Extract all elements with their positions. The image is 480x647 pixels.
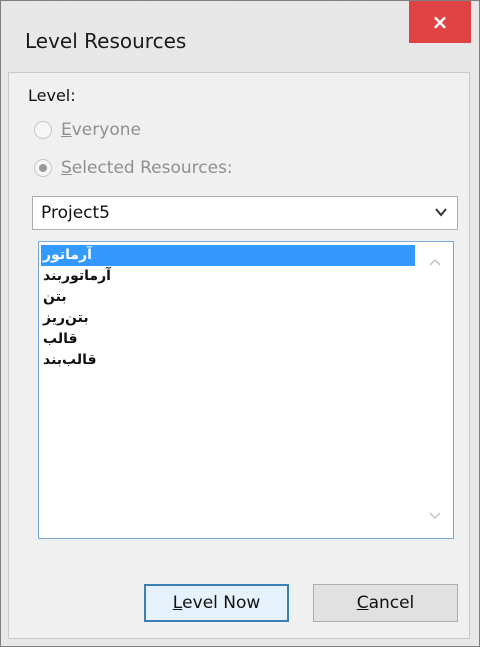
scroll-up-arrow-icon[interactable] bbox=[427, 255, 443, 269]
everyone-mnemonic: E bbox=[61, 120, 72, 140]
dialog-title: Level Resources bbox=[25, 29, 187, 53]
level-now-label-rest: evel Now bbox=[182, 593, 261, 613]
project-combobox-value: Project5 bbox=[41, 203, 110, 223]
resources-listbox[interactable]: آرماتور آرماتوربند بتن بتن‌ریز قالب قالب‌بند bbox=[38, 241, 454, 539]
list-item[interactable]: بتن‌ریز bbox=[41, 308, 415, 329]
close-button[interactable]: × bbox=[409, 1, 471, 43]
close-icon: × bbox=[431, 10, 449, 34]
chevron-down-icon[interactable] bbox=[433, 204, 449, 220]
level-label: Level: bbox=[28, 86, 76, 105]
selected-resources-mnemonic: S bbox=[61, 158, 72, 178]
selected-resources-label-rest: elected Resources: bbox=[71, 158, 233, 178]
project-combobox[interactable]: Project5 bbox=[32, 196, 458, 230]
selected-resources-radio-indicator[interactable] bbox=[34, 159, 52, 177]
selected-resources-radio-label: Selected Resources: bbox=[61, 158, 233, 178]
level-now-mnemonic: L bbox=[172, 593, 183, 613]
everyone-radio[interactable]: Everyone bbox=[34, 119, 141, 141]
radio-selected-dot bbox=[39, 164, 47, 172]
everyone-label-rest: veryone bbox=[71, 120, 141, 140]
vertical-scrollbar[interactable] bbox=[418, 243, 452, 537]
list-item[interactable]: قالب bbox=[41, 329, 415, 350]
list-item[interactable]: قالب‌بند bbox=[41, 350, 415, 371]
scroll-down-arrow-icon[interactable] bbox=[427, 509, 443, 523]
resources-list: آرماتور آرماتوربند بتن بتن‌ریز قالب قالب‌بند bbox=[41, 245, 415, 371]
list-item[interactable]: آرماتور bbox=[41, 245, 415, 266]
cancel-mnemonic: C bbox=[356, 593, 369, 613]
selected-resources-radio[interactable]: Selected Resources: bbox=[34, 157, 233, 179]
list-item[interactable]: آرماتوربند bbox=[41, 266, 415, 287]
list-item[interactable]: بتن bbox=[41, 287, 415, 308]
cancel-button[interactable]: Cancel bbox=[313, 584, 458, 622]
everyone-radio-indicator[interactable] bbox=[34, 121, 52, 139]
everyone-radio-label: Everyone bbox=[61, 120, 141, 140]
level-now-button[interactable]: Level Now bbox=[144, 584, 289, 622]
cancel-label-rest: ancel bbox=[368, 593, 415, 613]
